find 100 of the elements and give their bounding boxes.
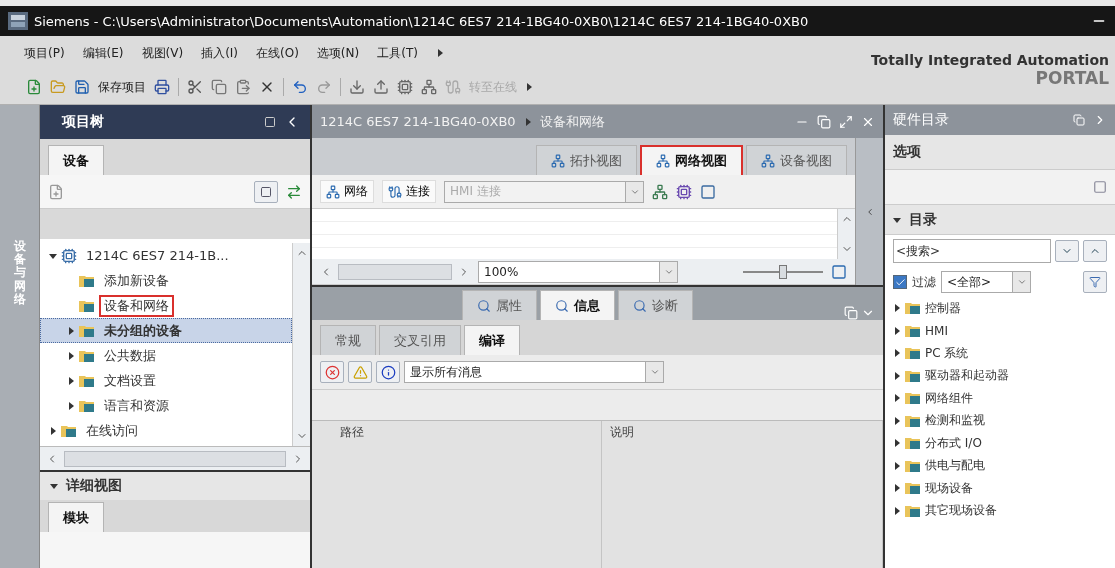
catalog-item[interactable]: PC 系统 — [885, 342, 1115, 365]
modules-tab[interactable]: 模块 — [48, 502, 104, 532]
breadcrumb: 1214C 6ES7 214-1BG40-0XB0 — [320, 114, 516, 129]
new-project-icon[interactable] — [26, 79, 42, 95]
search-field[interactable]: <搜索> — [893, 239, 1051, 263]
tree-item[interactable]: 公共数据 — [40, 343, 292, 368]
maximize-icon[interactable] — [839, 114, 853, 129]
search-down-button[interactable] — [1055, 240, 1079, 262]
expand-arrow-icon[interactable] — [893, 349, 901, 358]
scrollbar[interactable] — [837, 209, 855, 259]
expand-arrow-icon[interactable] — [49, 251, 57, 260]
tree-item[interactable]: 文档设置 — [40, 368, 292, 393]
copy-icon[interactable] — [211, 79, 227, 95]
catalog-item[interactable]: 控制器 — [885, 297, 1115, 320]
expand-arrow-icon[interactable] — [893, 439, 901, 448]
connections-button[interactable]: 连接 — [382, 180, 436, 203]
filter-select[interactable]: <全部> — [941, 271, 1031, 293]
menu-item[interactable]: 在线(O) — [256, 44, 299, 62]
inspector-tab[interactable]: 诊断 — [618, 290, 693, 320]
view-tab[interactable]: 拓扑视图 — [536, 145, 637, 175]
collapse-arrow-icon[interactable] — [50, 482, 58, 490]
upload-icon[interactable] — [373, 79, 389, 95]
zoom-select[interactable]: 100% — [478, 260, 678, 283]
panel-icon[interactable] — [1093, 180, 1107, 194]
expand-arrow-icon[interactable] — [67, 401, 75, 410]
expand-arrow-icon[interactable] — [893, 506, 901, 515]
menu-item[interactable]: 项目(P) — [24, 44, 65, 62]
subtab[interactable]: 常规 — [320, 325, 376, 355]
collapse-arrow-icon[interactable] — [893, 215, 901, 224]
menu-item[interactable]: 视图(V) — [141, 44, 184, 62]
restore-icon[interactable] — [817, 114, 831, 129]
expand-arrow-icon[interactable] — [893, 416, 901, 425]
restore-icon[interactable] — [1073, 114, 1085, 126]
inspector-tab[interactable]: 信息 — [540, 290, 615, 320]
expand-arrow-icon[interactable] — [67, 326, 75, 335]
overview-button[interactable] — [254, 180, 278, 203]
slider-thumb[interactable] — [779, 264, 787, 279]
expand-arrow-icon[interactable] — [893, 326, 901, 335]
paste-icon[interactable] — [235, 79, 251, 95]
errors-filter-button[interactable] — [320, 361, 344, 383]
save-project-button[interactable]: 保存项目 — [98, 78, 146, 96]
tree-item[interactable]: 设备和网络 — [40, 293, 292, 318]
expand-arrow-icon[interactable] — [67, 376, 75, 385]
sync-icon[interactable] — [286, 183, 302, 200]
print-icon[interactable] — [154, 79, 170, 95]
device-icon[interactable] — [397, 79, 413, 95]
folder-icon — [905, 413, 921, 428]
catalog-item[interactable]: 供电与配电 — [885, 454, 1115, 477]
subtab[interactable]: 交叉引用 — [379, 325, 461, 355]
view-tab[interactable]: 网络视图 — [640, 145, 743, 175]
tree-item[interactable]: 添加新设备 — [40, 268, 292, 293]
expand-arrow-icon[interactable] — [67, 351, 75, 360]
catalog-item[interactable]: HMI — [885, 319, 1115, 342]
inspector-tab[interactable]: 属性 — [462, 290, 537, 320]
expand-arrow-icon[interactable] — [893, 461, 901, 470]
expand-arrow-icon[interactable] — [893, 484, 901, 493]
tree-item[interactable]: 语言和资源 — [40, 393, 292, 418]
menu-item[interactable]: 编辑(E) — [82, 44, 124, 62]
panel-title: 硬件目录 — [893, 111, 950, 129]
menu-item[interactable]: 工具(T) — [377, 44, 418, 62]
devices-tab[interactable]: 设备 — [48, 145, 104, 175]
expand-arrow-icon[interactable] — [893, 394, 901, 403]
tree-item[interactable]: 未分组的设备 — [40, 318, 292, 343]
module-icon[interactable] — [676, 183, 692, 200]
expand-arrow-icon[interactable] — [49, 426, 57, 435]
save-icon[interactable] — [74, 79, 90, 95]
menu-item[interactable]: 插入(I) — [201, 44, 239, 62]
column-header[interactable]: 路径 — [332, 421, 602, 568]
more-tools-icon[interactable] — [525, 83, 533, 91]
expand-arrow-icon[interactable] — [893, 371, 901, 380]
view-tab[interactable]: 设备视图 — [746, 145, 847, 175]
cut-icon[interactable] — [187, 79, 203, 95]
panel-icon[interactable] — [700, 183, 716, 200]
tree-item[interactable]: 在线访问 — [40, 418, 292, 443]
catalog-item[interactable]: 其它现场设备 — [885, 499, 1115, 522]
menu-item[interactable]: 选项(N) — [316, 44, 360, 62]
expand-arrow-icon[interactable] — [893, 304, 901, 313]
catalog-item[interactable]: 现场设备 — [885, 477, 1115, 500]
connection-icon — [388, 184, 402, 199]
catalog-item[interactable]: 检测和监视 — [885, 409, 1115, 432]
column-header[interactable]: 说明 — [602, 421, 883, 568]
download-icon[interactable] — [349, 79, 365, 95]
network-button[interactable]: 网络 — [320, 180, 374, 203]
message-filter-select[interactable]: 显示所有消息 — [404, 361, 664, 383]
more-menu-icon[interactable] — [435, 49, 444, 57]
undo-icon[interactable] — [292, 79, 308, 95]
scrollbar[interactable] — [292, 243, 310, 446]
horizontal-scrollbar[interactable] — [40, 446, 310, 470]
info-filter-button[interactable] — [376, 361, 400, 383]
filter-checkbox[interactable] — [893, 275, 907, 289]
redo-icon[interactable] — [316, 79, 332, 95]
filter-settings-button[interactable] — [1083, 271, 1107, 293]
breadcrumb-separator-icon[interactable] — [523, 117, 532, 126]
subtab[interactable]: 编译 — [464, 325, 520, 355]
tree-item[interactable]: 1214C 6ES7 214-1B... — [40, 243, 292, 268]
add-icon[interactable] — [48, 183, 64, 200]
restore-icon[interactable] — [844, 306, 858, 320]
catalog-item[interactable]: 分布式 I/O — [885, 432, 1115, 455]
catalog-item[interactable]: 网络组件 — [885, 387, 1115, 410]
catalog-item[interactable]: 驱动器和起动器 — [885, 364, 1115, 387]
